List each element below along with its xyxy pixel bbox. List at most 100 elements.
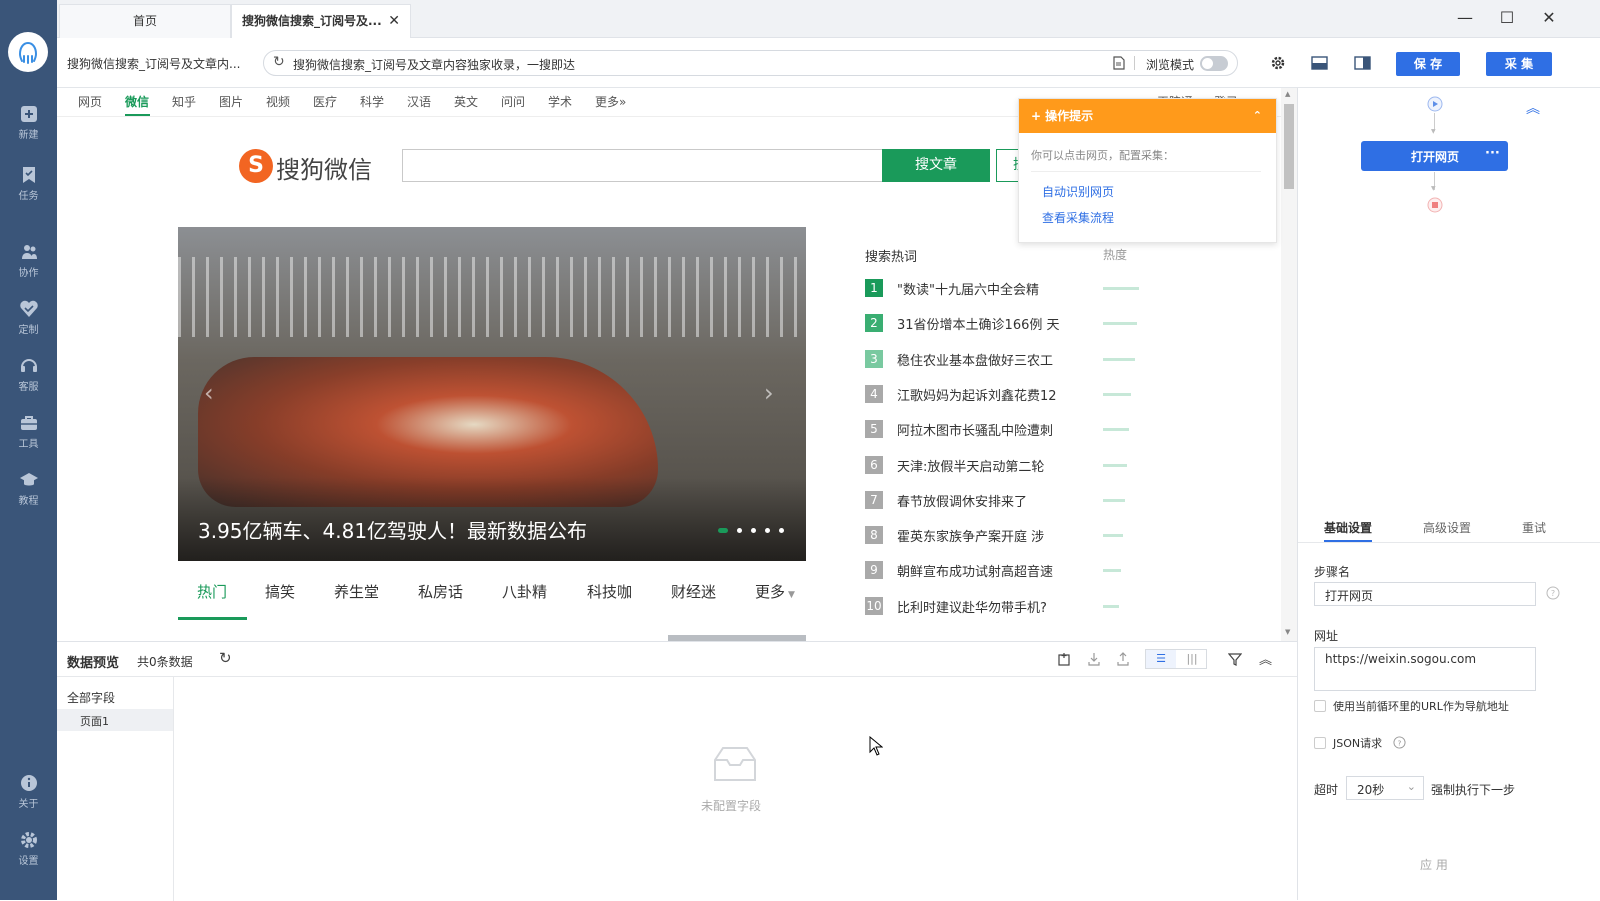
tab-advanced-settings[interactable]: 高级设置 [1423,519,1471,536]
hot-search-text[interactable]: 朝鲜宣布成功试射高超音速 [897,561,1053,580]
maximize-icon[interactable]: ☐ [1497,8,1517,28]
sidebar-item-new[interactable]: 新建 [0,104,57,150]
json-request-checkbox[interactable] [1314,737,1326,749]
hot-search-text[interactable]: 天津:放假半天启动第二轮 [897,456,1044,475]
tab-basic-settings[interactable]: 基础设置 [1324,519,1372,536]
category-tab[interactable]: 科技咖 [587,581,632,602]
loop-url-checkbox[interactable] [1314,700,1326,712]
nav-link[interactable]: 问问 [501,93,525,110]
auto-detect-link[interactable]: 自动识别网页 [1042,183,1114,200]
tab-retry[interactable]: 重试 [1522,519,1546,536]
nav-link[interactable]: 汉语 [407,93,431,110]
view-flow-link[interactable]: 查看采集流程 [1042,209,1114,226]
collapse-icon[interactable]: ⌃ [1253,99,1262,133]
help-circle-icon[interactable]: ? [1546,586,1560,600]
download-icon[interactable] [1087,652,1101,666]
help-circle-icon[interactable]: ? [1393,736,1406,749]
minimize-icon[interactable]: — [1455,8,1475,28]
scrollbar-thumb[interactable] [1284,104,1294,189]
scroll-up-icon[interactable]: ▲ [1285,90,1290,98]
layout-right-icon[interactable] [1354,56,1371,70]
category-tab[interactable]: 搞笑 [265,581,295,602]
collapse-flow-icon[interactable]: ︽ [1526,98,1540,118]
step-name-input[interactable]: 打开网页 [1314,582,1536,606]
nav-link[interactable]: 英文 [454,93,478,110]
nav-link[interactable]: 网页 [78,93,102,110]
browse-mode-toggle[interactable] [1200,56,1228,71]
hot-search-text[interactable]: 阿拉木图市长骚乱中险遭刺 [897,420,1053,439]
layout-bottom-icon[interactable] [1311,56,1328,70]
tab-home[interactable]: 首页 [59,4,231,38]
hot-search-text[interactable]: 江歌妈妈为起诉刘鑫花费12 [897,385,1057,404]
category-tab[interactable]: 养生堂 [334,581,379,602]
sidebar-item-about[interactable]: 关于 [0,773,57,819]
sogou-logo-icon[interactable]: S [239,149,273,183]
carousel-dot[interactable] [751,528,756,533]
sidebar-item-task[interactable]: 任务 [0,165,57,211]
hot-search-text[interactable]: 春节放假调休安排来了 [897,491,1027,510]
hot-search-text[interactable]: 比利时建议赴华勿带手机? [897,597,1047,616]
sidebar-item-settings[interactable]: 设置 [0,830,57,876]
tree-all-fields[interactable]: 全部字段 [67,689,115,706]
hot-search-text[interactable]: 31省份增本土确诊166例 天 [897,314,1060,333]
sidebar-item-tutorial[interactable]: 教程 [0,470,57,516]
carousel-prev-icon[interactable]: ‹ [204,379,214,407]
scroll-down-icon[interactable]: ▼ [1285,628,1290,636]
url-input[interactable]: ↻ 搜狗微信搜索_订阅号及文章内容独家收录，一搜即达 浏览模式 [263,50,1238,76]
tree-page-item[interactable]: 页面1 [57,709,173,731]
flow-node-open-page[interactable]: 打开网页 ··· [1361,141,1508,171]
carousel-dot[interactable] [737,528,742,533]
nav-link[interactable]: 学术 [548,93,572,110]
refresh-icon[interactable]: ↻ [219,649,232,667]
carousel-dot[interactable] [779,528,784,533]
sidebar-item-tools[interactable]: 工具 [0,413,57,459]
refresh-icon[interactable]: ↻ [273,54,285,70]
nav-link[interactable]: 医疗 [313,93,337,110]
banner-carousel[interactable]: ‹ › 3.95亿辆车、4.81亿驾驶人！最新数据公布 [178,227,806,561]
sidebar-item-service[interactable]: 客服 [0,356,57,402]
nav-link[interactable]: 知乎 [172,93,196,110]
category-tab-more[interactable]: 更多 ▼ [755,581,795,602]
category-tab-active[interactable]: 热门 [197,581,227,602]
nav-link[interactable]: 视频 [266,93,290,110]
nav-link[interactable]: 科学 [360,93,384,110]
sidebar-item-custom[interactable]: 定制 [0,299,57,345]
hot-search-text[interactable]: 霍英东家族争产案开庭 涉 [897,526,1044,545]
carousel-dot-active[interactable] [718,528,728,533]
banner-caption[interactable]: 3.95亿辆车、4.81亿驾驶人！最新数据公布 [198,515,587,544]
tab-sogou-weixin[interactable]: 搜狗微信搜索_订阅号及... ✕ [231,4,411,38]
list-view-icon[interactable]: ☰ [1146,650,1176,668]
more-options-icon[interactable]: ··· [1485,146,1500,161]
sogou-logo-text[interactable]: 搜狗微信 [276,150,372,185]
nav-link[interactable]: 更多» [595,93,626,110]
column-view-icon[interactable]: ||| [1177,650,1207,668]
nav-link[interactable]: 图片 [219,93,243,110]
save-button[interactable]: 保 存 [1396,52,1460,76]
carousel-next-icon[interactable]: › [764,379,774,407]
category-tab[interactable]: 财经迷 [671,581,716,602]
app-logo[interactable] [8,32,48,72]
add-field-icon[interactable] [1057,652,1071,666]
filter-icon[interactable] [1228,652,1242,666]
category-tab[interactable]: 私房话 [418,581,463,602]
hot-search-text[interactable]: "数读"十九届六中全会精 [897,279,1039,298]
hot-search-text[interactable]: 稳住农业基本盘做好三农工 [897,350,1053,369]
nav-link-active[interactable]: 微信 [125,93,149,110]
url-textarea[interactable]: https://weixin.sogou.com [1314,647,1536,691]
timeout-select[interactable]: 20秒 ⌄ [1346,776,1424,800]
category-tab[interactable]: 八卦精 [502,581,547,602]
carousel-dot[interactable] [765,528,770,533]
sidebar-item-collab[interactable]: 协作 [0,242,57,288]
hot-heat-bar [1103,322,1137,326]
search-article-button[interactable]: 搜文章 [882,149,990,182]
page-info-icon[interactable] [1112,56,1126,70]
close-window-icon[interactable]: ✕ [1539,8,1559,28]
settings-gear-icon[interactable] [1270,55,1286,71]
collect-button[interactable]: 采 集 [1486,52,1552,76]
close-tab-icon[interactable]: ✕ [388,5,400,37]
collapse-panel-icon[interactable]: ︽ [1259,649,1272,668]
upload-icon[interactable] [1116,652,1130,666]
page-scrollbar[interactable]: ▲ ▼ [1281,88,1297,641]
search-input[interactable] [402,149,883,182]
apply-button[interactable]: 应 用 [1420,856,1448,873]
